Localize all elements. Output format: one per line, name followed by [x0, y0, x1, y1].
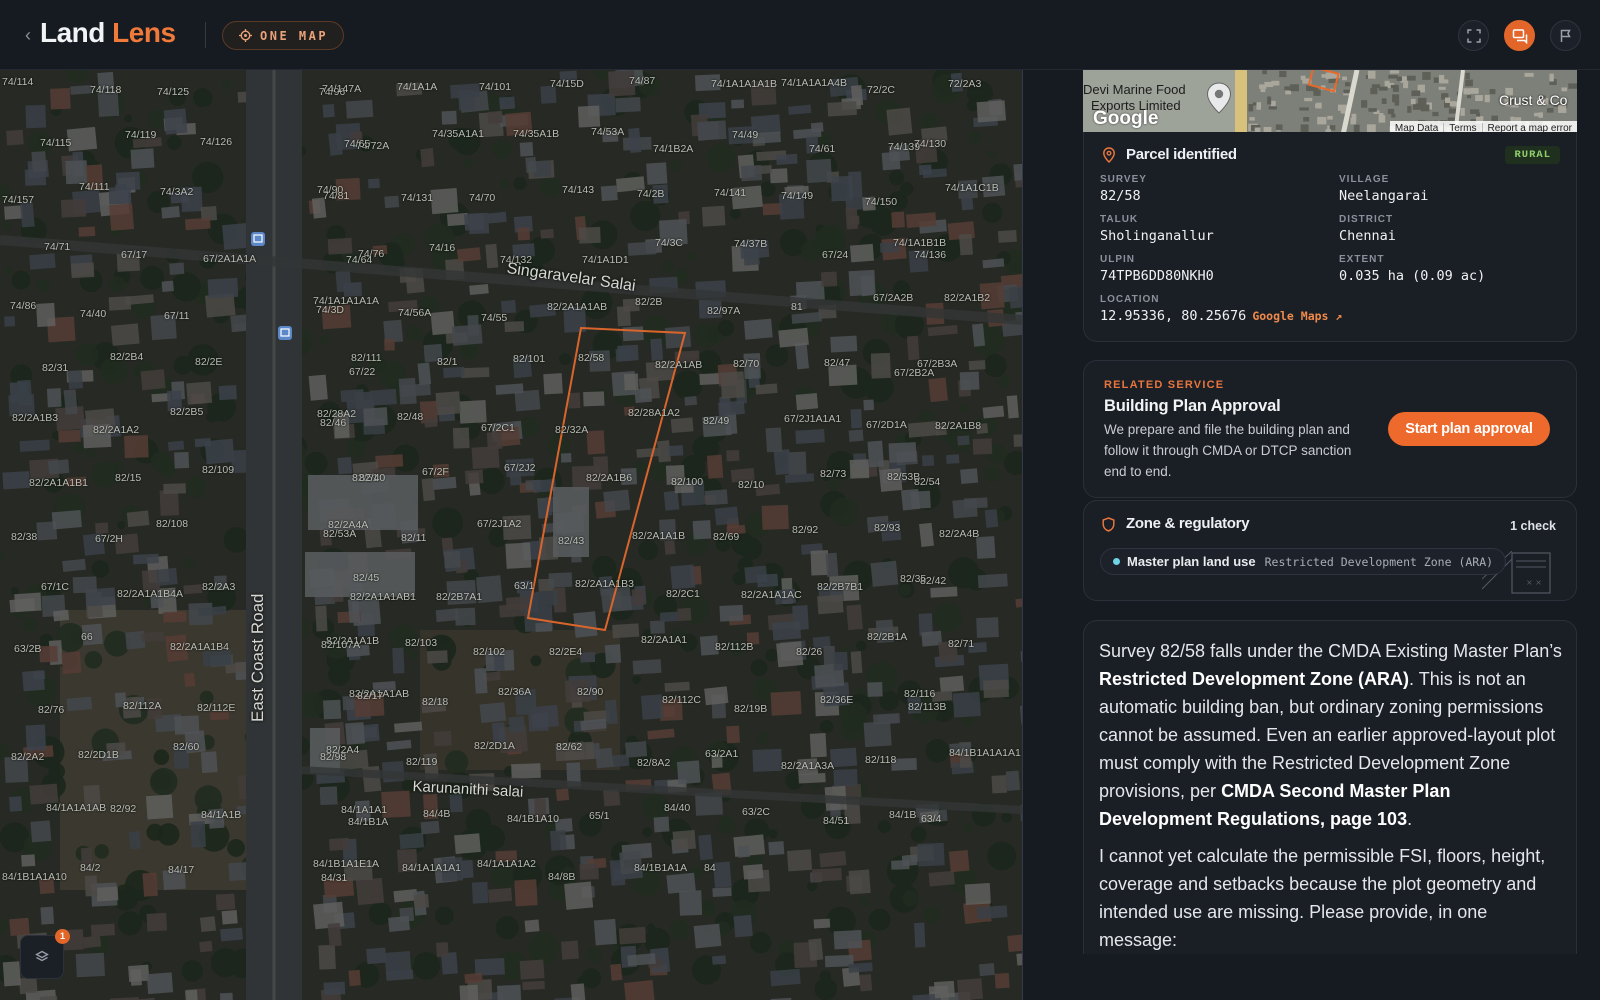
- location-minimap[interactable]: Devi Marine Food Exports Limited Crust &…: [1083, 70, 1577, 135]
- top-bar: ‹ Land Lens ONE MAP: [0, 0, 1600, 70]
- parcel-card: Parcel identified RURAL SURVEY 82/58 VIL…: [1083, 132, 1577, 342]
- layers-count-badge: 1: [55, 929, 70, 944]
- rural-badge: RURAL: [1505, 146, 1560, 164]
- service-title: Building Plan Approval: [1104, 397, 1281, 415]
- taluk-value: Sholinganallur: [1100, 228, 1214, 244]
- taluk-field: TALUK Sholinganallur: [1100, 214, 1214, 244]
- report-flag-button[interactable]: [1550, 20, 1581, 51]
- service-description: We prepare and file the building plan an…: [1104, 422, 1352, 479]
- message-bold-zone: Restricted Development Zone (ARA): [1099, 669, 1410, 689]
- zone-check-count: 1 check: [1510, 519, 1556, 533]
- svg-text:× ×: × ×: [1526, 578, 1542, 587]
- location-pin-icon: [1103, 147, 1115, 163]
- app-logo[interactable]: Land Lens: [40, 17, 176, 49]
- fullscreen-button[interactable]: [1458, 20, 1489, 51]
- district-label: DISTRICT: [1339, 214, 1394, 225]
- survey-value: 82/58: [1100, 188, 1141, 204]
- flag-icon: [1560, 29, 1571, 42]
- extent-value: 0.035 ha (0.09 ac): [1339, 268, 1486, 284]
- location-label: LOCATION: [1100, 294, 1160, 305]
- minimap-label-crust: Crust & Co: [1499, 92, 1568, 108]
- parcel-card-title: Parcel identified: [1126, 146, 1237, 163]
- target-icon: [239, 29, 252, 42]
- minimap-label-devi: Devi Marine Food: [1083, 82, 1186, 97]
- chat-bubbles-icon: [1512, 28, 1527, 44]
- message-paragraph-1: Survey 82/58 falls under the CMDA Existi…: [1099, 637, 1564, 833]
- village-value: Neelangarai: [1339, 188, 1429, 204]
- taluk-label: TALUK: [1100, 214, 1139, 225]
- land-use-value: Restricted Development Zone (ARA): [1264, 554, 1494, 569]
- road-label-east-coast-road: East Coast Road: [248, 593, 267, 722]
- village-label: VILLAGE: [1339, 174, 1390, 185]
- location-value-row: 12.95336, 80.25676 Google Maps ↗: [1100, 308, 1342, 324]
- google-maps-link[interactable]: Google Maps ↗: [1252, 309, 1342, 323]
- location-field: LOCATION 12.95336, 80.25676 Google Maps ↗: [1100, 294, 1342, 324]
- related-service-card: RELATED SERVICE Building Plan Approval W…: [1083, 360, 1577, 498]
- layers-icon: [35, 950, 49, 962]
- assistant-message-card: Survey 82/58 falls under the CMDA Existi…: [1083, 620, 1577, 1000]
- start-plan-approval-button[interactable]: Start plan approval: [1388, 412, 1550, 446]
- extent-label: EXTENT: [1339, 254, 1385, 265]
- ulpin-value: 74TPB6DD80NKH0: [1100, 268, 1214, 284]
- village-field: VILLAGE Neelangarai: [1339, 174, 1428, 204]
- one-map-mode-pill[interactable]: ONE MAP: [222, 21, 344, 50]
- land-use-label: Master plan land use: [1127, 554, 1256, 569]
- logo-word-lens: Lens: [112, 17, 176, 48]
- logo-word-land: Land: [40, 17, 105, 48]
- fullscreen-icon: [1466, 28, 1481, 43]
- survey-label: SURVEY: [1100, 174, 1147, 185]
- district-field: DISTRICT Chennai: [1339, 214, 1396, 244]
- google-logo: Google: [1093, 108, 1159, 129]
- location-coordinates: 12.95336, 80.25676: [1100, 308, 1247, 324]
- related-service-eyebrow: RELATED SERVICE: [1104, 379, 1225, 391]
- ulpin-field: ULPIN 74TPB6DD80NKH0: [1100, 254, 1214, 284]
- master-plan-land-use-chip[interactable]: Master plan land use Restricted Developm…: [1100, 548, 1507, 575]
- survey-field: SURVEY 82/58: [1100, 174, 1147, 204]
- satellite-map[interactable]: 74/114 74/118 74/125 74/96 74/147A 74/1A1A 74/…: [0, 70, 1022, 1000]
- message-text: .: [1407, 809, 1413, 829]
- header-divider: [205, 22, 206, 48]
- district-value: Chennai: [1339, 228, 1396, 244]
- map-pin-icon: [1206, 82, 1232, 114]
- zone-card-title: Zone & regulatory: [1126, 515, 1250, 532]
- status-dot: [1113, 558, 1120, 565]
- zone-regulatory-card: Zone & regulatory 1 check × × Master pla…: [1083, 500, 1577, 601]
- assistant-message-body: Survey 82/58 falls under the CMDA Existi…: [1099, 637, 1564, 963]
- message-text: Survey 82/58 falls under the CMDA Existi…: [1099, 641, 1562, 661]
- back-chevron-icon[interactable]: ‹: [20, 24, 36, 46]
- ulpin-label: ULPIN: [1100, 254, 1135, 265]
- one-map-label: ONE MAP: [260, 28, 329, 43]
- chat-button[interactable]: [1504, 20, 1535, 51]
- details-panel: Devi Marine Food Exports Limited Crust &…: [1023, 70, 1600, 1000]
- extent-field: EXTENT 0.035 ha (0.09 ac): [1339, 254, 1485, 284]
- panel-bottom-fade: [1083, 954, 1577, 1000]
- message-paragraph-2: I cannot yet calculate the permissible F…: [1099, 846, 1546, 950]
- shield-icon: [1102, 517, 1115, 532]
- map-imagery: [0, 70, 1022, 1000]
